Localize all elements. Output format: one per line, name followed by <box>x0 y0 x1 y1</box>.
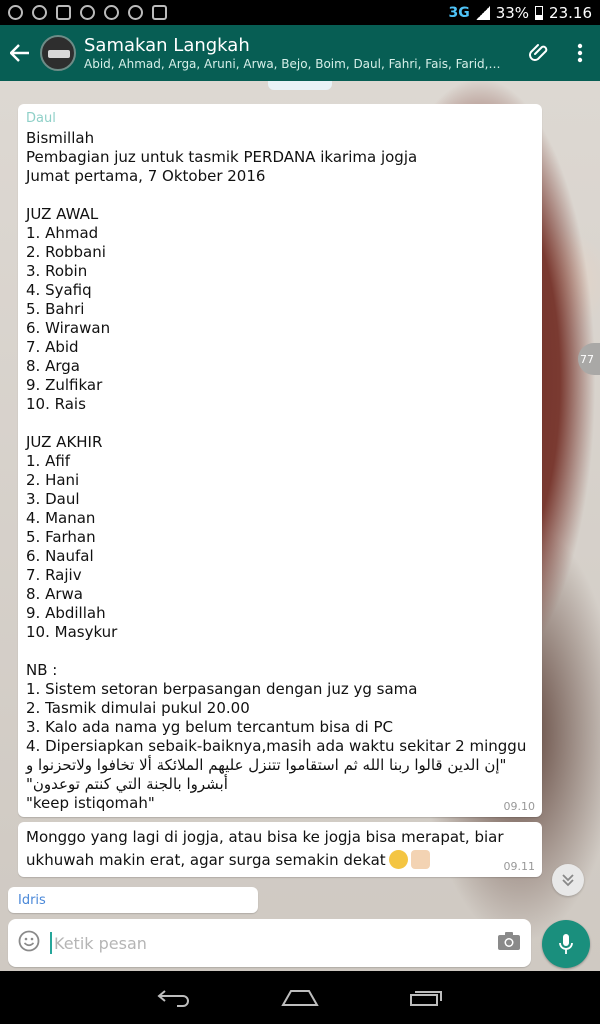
chat-title-area[interactable]: Samakan Langkah Abid, Ahmad, Arga, Aruni… <box>84 35 520 71</box>
status-bar: 3G 33% 23.16 <box>0 0 600 25</box>
date-chip <box>268 81 332 90</box>
circle-icon <box>8 5 23 20</box>
group-members: Abid, Ahmad, Arga, Aruni, Arwa, Bejo, Bo… <box>84 57 504 71</box>
message-text: Monggo yang lagi di jogja, atau bisa ke … <box>26 826 534 872</box>
chat-header: Samakan Langkah Abid, Ahmad, Arga, Aruni… <box>0 25 600 81</box>
back-nav-icon[interactable] <box>157 989 191 1011</box>
group-avatar[interactable] <box>40 35 76 71</box>
winking-face-emoji-icon <box>388 850 408 869</box>
back-arrow-icon[interactable] <box>0 44 40 62</box>
arabic-text: "إن الدين قالوا ربنا الله ثم استقاموا تت… <box>26 756 507 793</box>
message-input[interactable] <box>50 932 497 954</box>
message-time: 09.10 <box>503 800 536 813</box>
system-status: 3G 33% 23.16 <box>448 4 592 22</box>
attach-icon[interactable] <box>520 42 560 64</box>
app-icon <box>32 5 47 20</box>
message-composer <box>8 919 531 967</box>
message-time: 09.11 <box>503 860 536 873</box>
telegram-icon <box>104 5 119 20</box>
telegram-icon <box>80 5 95 20</box>
message-sender: Daul <box>26 111 56 126</box>
message-bubble[interactable]: Idris <box>8 887 258 913</box>
battery-icon <box>535 5 544 20</box>
voice-record-button[interactable] <box>542 920 590 968</box>
message-text-content: Monggo yang lagi di jogja, atau bisa ke … <box>26 828 504 869</box>
scroll-position-badge[interactable]: 77 <box>578 343 600 375</box>
camera-icon[interactable] <box>497 931 521 955</box>
microphone-icon <box>559 934 573 954</box>
message-icon <box>152 5 167 20</box>
recents-nav-icon[interactable] <box>409 989 443 1011</box>
app-icon <box>56 5 71 20</box>
message-bubble[interactable]: Daul Bismillah Pembagian juz untuk tasmi… <box>18 104 542 817</box>
clock: 23.16 <box>549 3 592 22</box>
signal-icon <box>475 5 490 20</box>
notification-icons <box>8 5 167 20</box>
scroll-down-button[interactable] <box>552 864 584 896</box>
battery-percent: 33% <box>495 3 530 22</box>
home-nav-icon[interactable] <box>281 989 319 1011</box>
message-bubble[interactable]: Monggo yang lagi di jogja, atau bisa ke … <box>18 822 542 877</box>
thumbs-up-emoji-icon <box>410 850 430 869</box>
chat-icon <box>128 5 143 20</box>
emoji-icon[interactable] <box>18 930 40 956</box>
message-text: Bismillah Pembagian juz untuk tasmik PER… <box>26 129 527 755</box>
system-nav-bar <box>0 975 600 1024</box>
more-options-icon[interactable] <box>560 43 600 63</box>
chat-area[interactable]: Daul Bismillah Pembagian juz untuk tasmi… <box>0 81 600 971</box>
closing-text: "keep istiqomah" <box>26 794 155 812</box>
message-sender: Idris <box>18 893 46 908</box>
network-indicator: 3G <box>448 4 470 21</box>
double-chevron-down-icon <box>562 874 574 887</box>
group-title: Samakan Langkah <box>84 35 250 56</box>
